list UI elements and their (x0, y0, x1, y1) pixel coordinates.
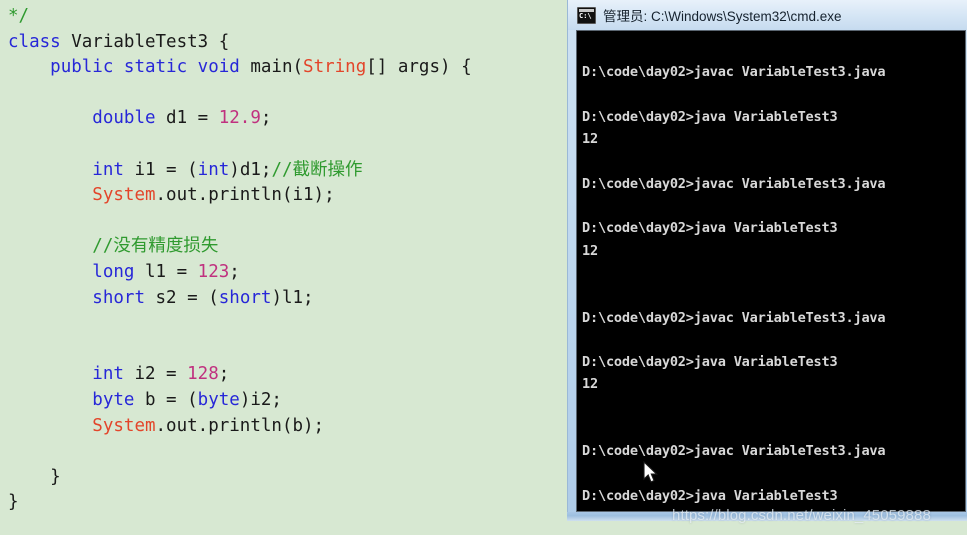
console-line: D:\code\day02>java VariableTest3 (582, 354, 838, 371)
code-token: */ (8, 6, 30, 26)
code-token: } (8, 466, 61, 487)
console-line: 12 (582, 376, 598, 393)
code-line: short s2 = (short)l1; (8, 286, 472, 312)
code-token: byte (92, 389, 135, 410)
code-line: long l1 = 123; (8, 260, 472, 286)
cmd-console-icon (577, 6, 596, 24)
code-token: System (92, 415, 156, 436)
console-line: D:\code\day02>java VariableTest3 (582, 487, 838, 504)
code-token: } (8, 492, 19, 513)
code-token: [] args) { (366, 57, 472, 78)
code-line: System.out.println(b); (8, 414, 472, 440)
code-token: .out.println(i1); (155, 185, 335, 206)
cmd-console-window[interactable]: 管理员: C:\Windows\System32\cmd.exe D:\code… (567, 0, 967, 520)
code-line: } (8, 490, 472, 516)
console-line: D:\code\day02>javac VariableTest3.java (582, 309, 886, 326)
code-token: .out.println(b); (155, 415, 325, 436)
java-source-code[interactable]: */ class VariableTest3 { public static vo… (8, 4, 472, 516)
code-line: //没有精度损失 (8, 234, 472, 260)
code-token: double (92, 108, 156, 129)
code-line: byte b = (byte)i2; (8, 388, 472, 414)
code-token: ; (260, 108, 272, 129)
code-token: 12.9 (218, 108, 261, 129)
code-line: */ (8, 4, 472, 30)
code-token: class (8, 31, 61, 52)
code-token: VariableTest3 { (60, 31, 230, 52)
code-token: //没有精度损失 (92, 236, 219, 257)
code-token: )l1; (271, 287, 314, 308)
console-line: 12 (582, 131, 598, 148)
code-token: byte (197, 389, 240, 410)
code-token: d1 = (155, 108, 219, 129)
code-token: int (197, 159, 230, 180)
console-title-bar[interactable]: 管理员: C:\Windows\System32\cmd.exe (568, 0, 967, 30)
console-line: D:\code\day02>java VariableTest3 (582, 108, 838, 125)
code-token: public static void (50, 57, 240, 78)
code-line: int i1 = (int)d1;//截断操作 (8, 158, 472, 184)
console-line: D:\code\day02>javac VariableTest3.java (582, 175, 886, 192)
console-line: D:\code\day02>javac VariableTest3.java (582, 64, 886, 81)
code-token: 128 (187, 364, 219, 385)
code-token: int (92, 364, 124, 385)
code-editor-pane[interactable]: */ class VariableTest3 { public static vo… (0, 0, 567, 535)
code-token: short (92, 287, 145, 308)
console-line: D:\code\day02>java VariableTest3 (582, 220, 838, 237)
console-line: 12 (582, 242, 598, 259)
code-token: l1 = (134, 261, 198, 282)
code-line: class VariableTest3 { (8, 30, 472, 56)
code-line: public static void main(String[] args) { (8, 55, 472, 81)
csdn-watermark: https://blog.csdn.net/weixin_45059888 (672, 507, 931, 524)
console-line: D:\code\day02>javac VariableTest3.java (582, 443, 886, 460)
console-output-area[interactable]: D:\code\day02>javac VariableTest3.java D… (576, 30, 966, 512)
code-token: 123 (197, 261, 230, 282)
console-title-label: 管理员: C:\Windows\System32\cmd.exe (603, 9, 842, 24)
code-line: int i2 = 128; (8, 362, 472, 388)
code-token: i1 = ( (123, 159, 198, 180)
code-token: main( (239, 57, 304, 78)
code-line: double d1 = 12.9; (8, 106, 472, 132)
code-token: s2 = ( (144, 287, 219, 308)
console-output-text: D:\code\day02>javac VariableTest3.java D… (582, 39, 886, 511)
code-token: )i2; (239, 389, 282, 410)
code-token: ; (218, 364, 230, 385)
code-token: String (303, 57, 367, 78)
code-line: } (8, 465, 472, 491)
code-token: b = ( (134, 389, 198, 410)
code-token: )d1; (229, 159, 272, 180)
code-token: long (92, 261, 135, 282)
code-token: i2 = (123, 364, 188, 385)
code-token: //截断操作 (271, 159, 363, 180)
code-token: ; (229, 261, 240, 282)
code-token: int (92, 159, 124, 180)
code-line: System.out.println(i1); (8, 183, 472, 209)
code-token: short (218, 287, 272, 308)
code-token: System (92, 185, 156, 206)
